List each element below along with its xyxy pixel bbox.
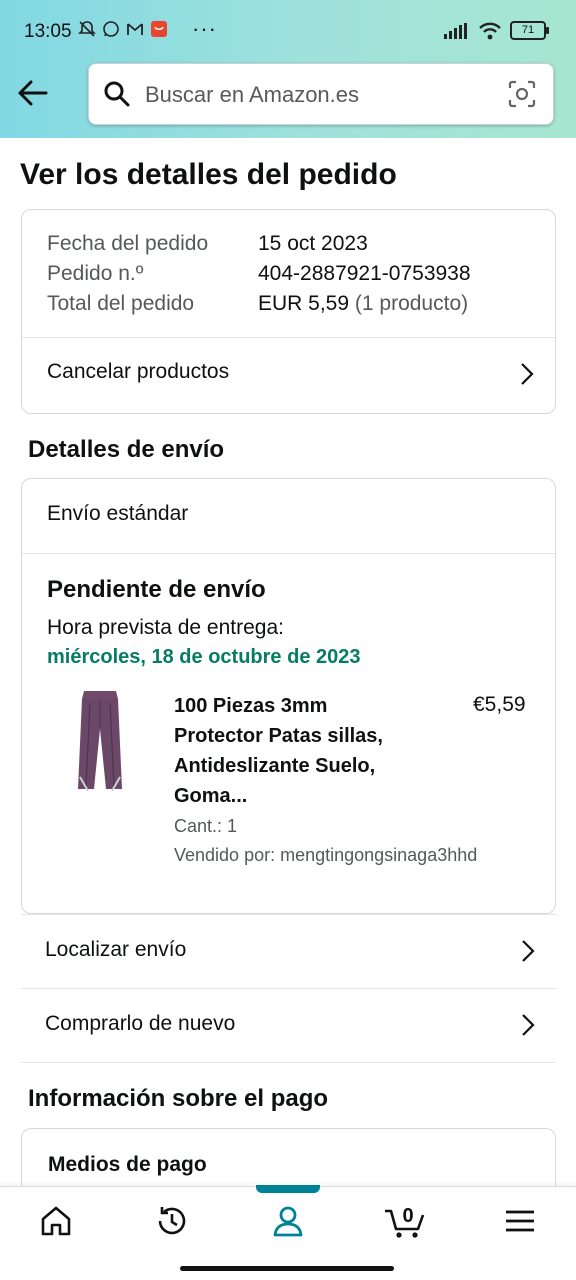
product-title[interactable]: 100 Piezas 3mm Protector Patas sillas, A…: [174, 691, 424, 811]
product-title-line: Protector Patas sillas,: [174, 725, 383, 747]
gmail-icon: [127, 23, 143, 35]
signal-icon: [444, 22, 467, 39]
chevron-right-icon: [522, 940, 535, 962]
back-arrow-icon[interactable]: [16, 78, 50, 108]
order-date-value: 15 oct 2023: [258, 232, 368, 255]
order-total-amount: EUR 5,59: [258, 292, 350, 315]
whatsapp-icon: [103, 21, 119, 37]
cancel-products-row[interactable]: Cancelar productos: [22, 338, 555, 413]
home-icon[interactable]: [36, 1201, 76, 1241]
order-total-count: (1 producto): [354, 292, 469, 315]
app-header: 13:05 ··· 71 Buscar en Amazon.es: [0, 0, 576, 138]
menu-icon[interactable]: [500, 1201, 540, 1241]
account-icon[interactable]: [268, 1201, 308, 1241]
product-price: €5,59: [473, 693, 526, 716]
shipping-card: Envío estándar Pendiente de envío Hora p…: [21, 478, 556, 914]
aliexpress-icon: [151, 21, 167, 37]
product-title-line: Antideslizante Suelo,: [174, 755, 376, 777]
battery-indicator: 71: [510, 21, 549, 40]
product-title-line: Goma...: [174, 785, 248, 807]
shipment-status: Pendiente de envío: [47, 576, 266, 603]
home-indicator[interactable]: [180, 1266, 394, 1271]
status-time: 13:05: [24, 21, 72, 42]
search-input[interactable]: Buscar en Amazon.es: [145, 82, 359, 108]
muted-bell-icon: [78, 21, 96, 37]
wifi-icon: [479, 22, 501, 39]
payment-heading: Información sobre el pago: [28, 1085, 329, 1112]
search-bar[interactable]: Buscar en Amazon.es: [88, 63, 554, 125]
buy-again-row[interactable]: Comprarlo de nuevo: [21, 988, 556, 1063]
order-total-value: EUR 5,59 (1 producto): [258, 292, 468, 316]
order-number-value: 404-2887921-0753938: [258, 262, 471, 285]
product-image[interactable]: [70, 689, 130, 795]
payment-methods-label: Medios de pago: [48, 1153, 207, 1176]
chevron-right-icon: [521, 363, 534, 385]
track-shipment-label: Localizar envío: [45, 938, 187, 961]
track-shipment-row[interactable]: Localizar envío: [21, 914, 556, 988]
system-icons: 71: [444, 21, 549, 40]
product-title-line: 100 Piezas 3mm: [174, 695, 328, 717]
product-seller: Vendido por: mengtingongsinaga3hhd: [174, 845, 478, 865]
order-date-label: Fecha del pedido: [47, 232, 209, 255]
page-title: Ver los detalles del pedido: [20, 158, 397, 191]
status-bar: 13:05 ··· 71: [0, 0, 576, 62]
buy-again-label: Comprarlo de nuevo: [45, 1012, 236, 1035]
bottom-navigation: [0, 1185, 576, 1259]
cart-count-badge: 0: [402, 1205, 414, 1227]
search-icon: [104, 81, 130, 107]
notification-icons: [78, 20, 168, 38]
eta-date: miércoles, 18 de octubre de 2023: [47, 646, 361, 668]
history-icon[interactable]: [152, 1201, 192, 1241]
shipping-heading: Detalles de envío: [28, 436, 225, 463]
chevron-right-icon: [522, 1014, 535, 1036]
order-number-label: Pedido n.º: [47, 262, 144, 285]
product-quantity: Cant.: 1: [174, 816, 238, 836]
cancel-products-label: Cancelar productos: [47, 360, 230, 383]
divider: [22, 553, 555, 554]
active-tab-indicator: [256, 1185, 320, 1193]
order-summary-card: Fecha del pedido 15 oct 2023 Pedido n.º …: [21, 209, 556, 414]
shipping-method: Envío estándar: [47, 502, 189, 525]
camera-search-icon[interactable]: [507, 79, 537, 109]
more-notifications-icon: ···: [192, 16, 217, 41]
gesture-bar: [0, 1258, 576, 1280]
eta-label: Hora prevista de entrega:: [47, 616, 284, 639]
order-total-label: Total del pedido: [47, 292, 195, 315]
